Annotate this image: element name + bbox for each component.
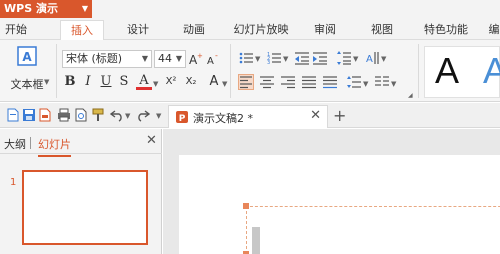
shrink-font-icon[interactable]: A- bbox=[206, 51, 222, 67]
dialog-launcher-icon[interactable]: ◢ bbox=[408, 92, 413, 99]
chevron-down-icon: ▼ bbox=[222, 80, 228, 88]
svg-text:A: A bbox=[207, 56, 214, 67]
export-pdf-icon[interactable] bbox=[38, 108, 52, 122]
redo-icon[interactable] bbox=[136, 108, 150, 122]
text-style-blue[interactable]: A bbox=[483, 51, 500, 91]
chevron-down-icon: ▼ bbox=[363, 80, 369, 88]
chevron-down-icon: ▼ bbox=[153, 80, 159, 88]
document-tab-title: 演示文稿2 * bbox=[193, 112, 253, 125]
tab-special-features[interactable]: 特色功能 bbox=[420, 20, 472, 41]
text-cursor bbox=[252, 227, 260, 254]
divider bbox=[30, 137, 31, 149]
chevron-down-icon: ▼ bbox=[125, 112, 131, 120]
slides-pane: 大纲 幻灯片 ✕ 1 bbox=[0, 129, 162, 254]
slide-canvas[interactable] bbox=[179, 155, 500, 254]
subscript-button[interactable]: X₂ bbox=[182, 74, 200, 90]
chevron-down-icon: ▼ bbox=[81, 4, 88, 13]
font-name-value: 宋体 (标题) bbox=[66, 52, 123, 65]
tab-review[interactable]: 审阅 bbox=[309, 20, 341, 41]
chevron-down-icon: ▼ bbox=[44, 78, 50, 86]
bold-button[interactable]: B bbox=[62, 74, 78, 90]
chevron-down-icon[interactable]: ▼ bbox=[156, 112, 161, 120]
tab-home[interactable]: 开始 bbox=[0, 20, 38, 41]
undo-icon[interactable] bbox=[110, 108, 124, 122]
numbering-icon[interactable]: 123 bbox=[266, 50, 282, 66]
slide-thumbnail[interactable] bbox=[22, 170, 148, 245]
tab-slideshow[interactable]: 幻灯片放映 bbox=[230, 20, 292, 41]
svg-text:+: + bbox=[197, 52, 203, 60]
grow-font-icon[interactable]: A + bbox=[188, 51, 204, 67]
menu-bar: 开始 插入 设计 动画 幻灯片放映 审阅 视图 特色功能 编 bbox=[0, 20, 500, 41]
text-style-gallery[interactable]: A A bbox=[424, 46, 500, 98]
underline-button[interactable]: U bbox=[98, 74, 114, 90]
textbox-button[interactable]: A 文本框 ▼ bbox=[4, 46, 50, 96]
presentation-file-icon: P bbox=[176, 111, 188, 124]
tab-animation[interactable]: 动画 bbox=[176, 20, 212, 41]
format-painter-icon[interactable] bbox=[91, 108, 105, 122]
distributed-align-icon[interactable] bbox=[322, 74, 338, 90]
resize-handle[interactable] bbox=[243, 203, 249, 209]
ribbon-divider bbox=[56, 44, 57, 98]
chevron-down-icon: ▼ bbox=[255, 55, 261, 63]
svg-text:3: 3 bbox=[267, 60, 270, 66]
text-style-black[interactable]: A bbox=[435, 51, 459, 91]
clear-formatting-button[interactable]: A bbox=[206, 74, 222, 90]
chevron-down-icon: ▼ bbox=[353, 55, 359, 63]
app-menu-button[interactable]: WPS 演示 ▼ bbox=[0, 0, 92, 18]
slide-editor bbox=[163, 129, 500, 254]
close-icon[interactable]: ✕ bbox=[310, 108, 321, 123]
app-title: WPS 演示 bbox=[4, 2, 58, 15]
new-file-icon[interactable] bbox=[6, 108, 20, 122]
ribbon-divider bbox=[418, 44, 419, 98]
chevron-down-icon: ▼ bbox=[141, 54, 148, 63]
chevron-down-icon: ▼ bbox=[381, 55, 387, 63]
font-size-select[interactable]: 44 ▼ bbox=[154, 50, 186, 68]
decrease-indent-icon[interactable] bbox=[294, 50, 310, 66]
justify-icon[interactable] bbox=[301, 74, 317, 90]
tab-edit[interactable]: 编 bbox=[484, 20, 500, 41]
svg-text:P: P bbox=[179, 114, 186, 124]
line-spacing-icon[interactable] bbox=[336, 50, 352, 66]
document-tab[interactable]: P 演示文稿2 * ✕ bbox=[168, 105, 328, 128]
italic-button[interactable]: I bbox=[80, 74, 96, 90]
slide-number: 1 bbox=[10, 177, 17, 188]
chevron-down-icon: ▼ bbox=[391, 80, 397, 88]
shadow-button[interactable]: S bbox=[116, 74, 132, 90]
tab-outline[interactable]: 大纲 bbox=[4, 136, 26, 152]
bullets-icon[interactable] bbox=[238, 50, 254, 66]
save-icon[interactable] bbox=[22, 108, 36, 122]
print-preview-icon[interactable] bbox=[74, 108, 88, 122]
chevron-down-icon: ▼ bbox=[175, 54, 182, 63]
increase-indent-icon[interactable] bbox=[312, 50, 328, 66]
align-center-icon[interactable] bbox=[259, 74, 275, 90]
chevron-down-icon: ▼ bbox=[283, 55, 289, 63]
add-tab-icon[interactable]: + bbox=[333, 106, 346, 125]
placeholder-border bbox=[245, 206, 500, 207]
align-left-icon[interactable] bbox=[238, 74, 254, 90]
ribbon-divider bbox=[230, 44, 231, 98]
tab-design[interactable]: 设计 bbox=[120, 20, 156, 41]
text-direction-icon[interactable]: A bbox=[364, 50, 380, 66]
svg-text:A: A bbox=[366, 54, 373, 65]
placeholder-border bbox=[246, 206, 247, 254]
superscript-button[interactable]: X² bbox=[162, 74, 180, 90]
font-size-value: 44 bbox=[158, 52, 172, 65]
ribbon: A 文本框 ▼ 宋体 (标题) ▼ 44 ▼ A + A- B I U S A ▼… bbox=[0, 40, 500, 102]
svg-text:A: A bbox=[22, 50, 32, 64]
tab-view[interactable]: 视图 bbox=[366, 20, 398, 41]
tab-slides[interactable]: 幻灯片 bbox=[38, 136, 71, 157]
align-right-icon[interactable] bbox=[280, 74, 296, 90]
textbox-icon: A bbox=[17, 46, 37, 66]
font-name-select[interactable]: 宋体 (标题) ▼ bbox=[62, 50, 152, 68]
align-text-icon[interactable] bbox=[346, 74, 362, 90]
print-icon[interactable] bbox=[57, 108, 71, 122]
columns-icon[interactable] bbox=[374, 74, 390, 90]
pane-tabs: 大纲 幻灯片 ✕ bbox=[0, 129, 162, 157]
title-bar: WPS 演示 ▼ bbox=[0, 0, 500, 20]
svg-text:-: - bbox=[215, 51, 218, 60]
tab-insert[interactable]: 插入 bbox=[60, 20, 104, 41]
close-icon[interactable]: ✕ bbox=[146, 133, 157, 148]
font-color-button[interactable]: A bbox=[136, 74, 152, 90]
